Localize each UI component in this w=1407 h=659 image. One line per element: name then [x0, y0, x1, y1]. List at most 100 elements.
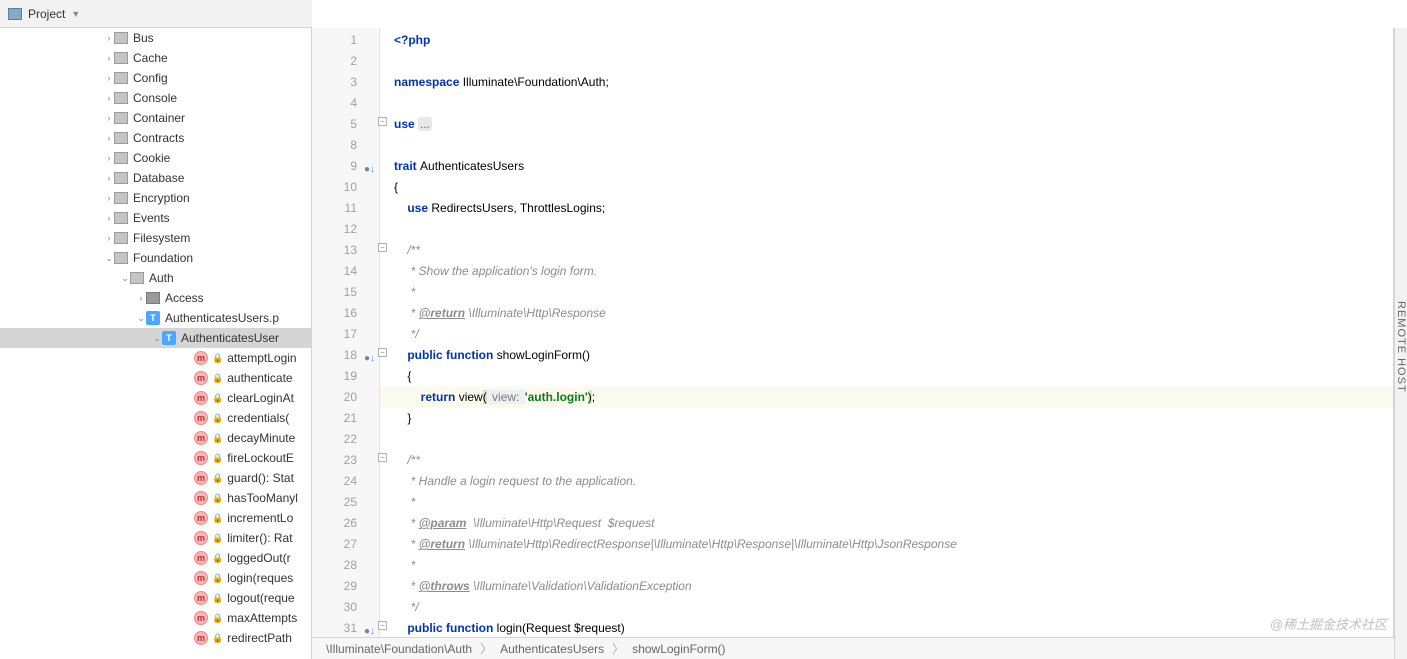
method-icon: m [194, 531, 208, 545]
method-icon: m [194, 411, 208, 425]
expand-arrow-icon: › [104, 53, 114, 63]
project-tool-button[interactable]: Project ▼ [0, 7, 88, 21]
folder-icon [114, 52, 128, 64]
code-editor[interactable]: <?php namespace Illuminate\Foundation\Aut… [380, 28, 1393, 637]
method-item[interactable]: m🔒maxAttempts [0, 608, 311, 628]
lock-icon: 🔒 [212, 473, 223, 484]
folder-auth[interactable]: ⌄Auth [0, 268, 311, 288]
lock-icon: 🔒 [212, 633, 223, 644]
code-line: use RedirectsUsers, ThrottlesLogins; [394, 198, 1393, 219]
method-icon: m [194, 351, 208, 365]
trait-icon: T [146, 311, 160, 325]
folder-bus[interactable]: ›Bus [0, 28, 311, 48]
folder-database[interactable]: ›Database [0, 168, 311, 188]
dropdown-arrow-icon: ▼ [71, 9, 80, 19]
folder-filesystem[interactable]: ›Filesystem [0, 228, 311, 248]
method-icon: m [194, 511, 208, 525]
expand-arrow-icon: › [104, 133, 114, 143]
method-item[interactable]: m🔒logout(reque [0, 588, 311, 608]
method-icon: m [194, 491, 208, 505]
code-line: } [394, 408, 1393, 429]
folder-icon [114, 232, 128, 244]
trait-authenticatesusers[interactable]: ⌄TAuthenticatesUser [0, 328, 311, 348]
folder-icon [114, 252, 128, 264]
expand-arrow-icon: ⌄ [104, 253, 114, 264]
method-item[interactable]: m🔒loggedOut(r [0, 548, 311, 568]
folder-access[interactable]: ›Access [0, 288, 311, 308]
code-line: * [394, 282, 1393, 303]
code-line: * Handle a login request to the applicat… [394, 471, 1393, 492]
folder-icon [114, 92, 128, 104]
project-icon [8, 8, 22, 20]
method-item[interactable]: m🔒hasTooManyl [0, 488, 311, 508]
method-item[interactable]: m🔒authenticate [0, 368, 311, 388]
method-item[interactable]: m🔒attemptLogin [0, 348, 311, 368]
lock-icon: 🔒 [212, 433, 223, 444]
method-item[interactable]: m🔒redirectPath [0, 628, 311, 648]
breadcrumb[interactable]: AuthenticatesUsers [496, 642, 608, 656]
folder-encryption[interactable]: ›Encryption [0, 188, 311, 208]
code-line: * @return \Illuminate\Http\Response [394, 303, 1393, 324]
lock-icon: 🔒 [212, 353, 223, 364]
folder-contracts[interactable]: ›Contracts [0, 128, 311, 148]
expand-arrow-icon: ⌄ [120, 273, 130, 284]
folder-foundation[interactable]: ⌄Foundation [0, 248, 311, 268]
expand-arrow-icon: › [104, 193, 114, 203]
folder-icon [114, 172, 128, 184]
method-icon: m [194, 571, 208, 585]
expand-arrow-icon: › [104, 33, 114, 43]
code-line: { [394, 366, 1393, 387]
code-line: * Show the application's login form. [394, 261, 1393, 282]
code-line: return view( view: 'auth.login'); [380, 387, 1407, 408]
method-item[interactable]: m🔒limiter(): Rat [0, 528, 311, 548]
method-item[interactable]: m🔒incrementLo [0, 508, 311, 528]
folder-icon [114, 112, 128, 124]
code-line: * @throws \Illuminate\Validation\Validat… [394, 576, 1393, 597]
lock-icon: 🔒 [212, 553, 223, 564]
right-tool-window-bar[interactable]: REMOTE HOST [1394, 28, 1407, 659]
code-line: */ [394, 324, 1393, 345]
code-line: */ [394, 597, 1393, 618]
lock-icon: 🔒 [212, 413, 223, 424]
method-item[interactable]: m🔒guard(): Stat [0, 468, 311, 488]
code-line: namespace Illuminate\Foundation\Auth; [394, 72, 1393, 93]
code-line: use ... [394, 114, 1393, 135]
method-item[interactable]: m🔒decayMinute [0, 428, 311, 448]
folder-icon [114, 152, 128, 164]
expand-arrow-icon: › [136, 293, 146, 303]
expand-arrow-icon: › [104, 173, 114, 183]
code-line [394, 93, 1393, 114]
watermark-text: @稀土掘金技术社区 [1270, 614, 1387, 633]
lock-icon: 🔒 [212, 573, 223, 584]
folder-events[interactable]: ›Events [0, 208, 311, 228]
folder-console[interactable]: ›Console [0, 88, 311, 108]
code-line: { [394, 177, 1393, 198]
code-line: /** [394, 240, 1393, 261]
folder-container[interactable]: ›Container [0, 108, 311, 128]
override-icon[interactable]: ●↓ [364, 621, 375, 637]
code-line: * @param \Illuminate\Http\Request $reque… [394, 513, 1393, 534]
folder-icon [114, 132, 128, 144]
code-line: trait AuthenticatesUsers [394, 156, 1393, 177]
method-item[interactable]: m🔒login(reques [0, 568, 311, 588]
method-item[interactable]: m🔒clearLoginAt [0, 388, 311, 408]
folder-icon [114, 72, 128, 84]
folder-cookie[interactable]: ›Cookie [0, 148, 311, 168]
expand-arrow-icon: › [104, 233, 114, 243]
lock-icon: 🔒 [212, 533, 223, 544]
method-item[interactable]: m🔒fireLockoutE [0, 448, 311, 468]
code-line: <?php [394, 30, 1393, 51]
lock-icon: 🔒 [212, 513, 223, 524]
file-authenticatesusers[interactable]: ⌄TAuthenticatesUsers.p [0, 308, 311, 328]
chevron-right-icon: 〉 [608, 640, 628, 657]
folder-icon [146, 292, 160, 304]
folder-cache[interactable]: ›Cache [0, 48, 311, 68]
code-line [394, 135, 1393, 156]
lock-icon: 🔒 [212, 453, 223, 464]
method-icon: m [194, 591, 208, 605]
folder-config[interactable]: ›Config [0, 68, 311, 88]
breadcrumb[interactable]: showLoginForm() [628, 642, 729, 656]
project-label: Project [28, 7, 65, 21]
method-item[interactable]: m🔒credentials( [0, 408, 311, 428]
breadcrumb[interactable]: \Illuminate\Foundation\Auth [322, 642, 476, 656]
